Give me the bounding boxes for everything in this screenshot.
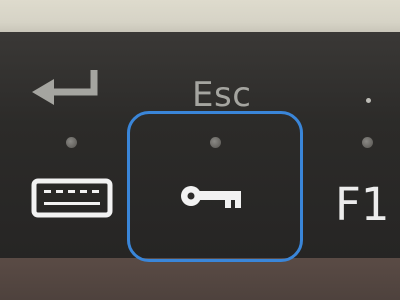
- panel-bezel-top: [0, 0, 400, 32]
- enter-arrow-icon: [32, 70, 98, 105]
- key-button-highlight[interactable]: [127, 111, 303, 262]
- status-led-f1: [362, 137, 373, 148]
- panel-bezel-bottom: [0, 258, 400, 300]
- f1-key-label[interactable]: F1: [335, 182, 390, 227]
- status-led-keyboard: [66, 137, 77, 148]
- keyboard-icon[interactable]: [31, 178, 113, 218]
- esc-label: Esc: [192, 75, 252, 115]
- indicator-dot: [366, 98, 371, 103]
